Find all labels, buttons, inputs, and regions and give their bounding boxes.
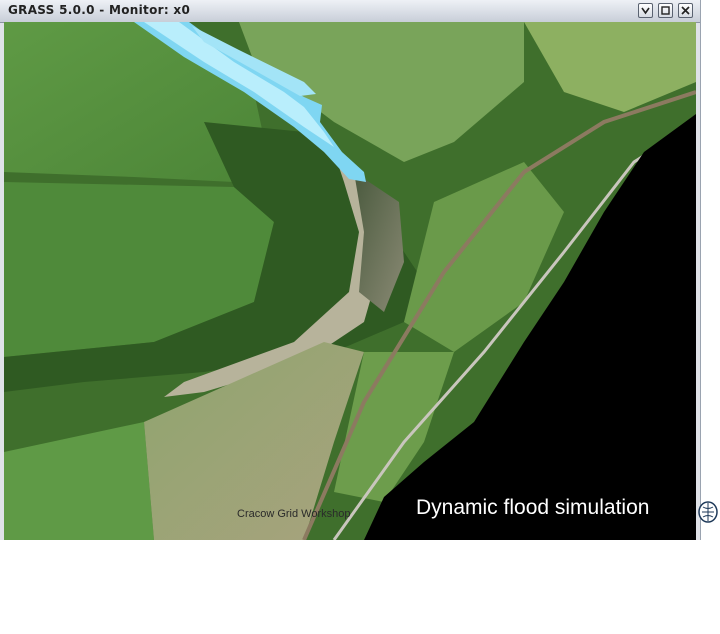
window-title: GRASS 5.0.0 - Monitor: x0 bbox=[8, 3, 191, 17]
footer-workshop-label: Cracow Grid Workshop bbox=[237, 508, 351, 520]
maximize-button[interactable] bbox=[658, 3, 673, 18]
caption-step: step 3 bbox=[416, 580, 474, 603]
window-titlebar[interactable]: GRASS 5.0.0 - Monitor: x0 bbox=[0, 0, 700, 23]
minimize-button[interactable] bbox=[638, 3, 653, 18]
caption-time: time 0:30 bbox=[553, 580, 640, 603]
simulation-caption: Dynamic flood simulation step 3 time 0:30 bbox=[416, 438, 649, 634]
workshop-logo-icon bbox=[698, 500, 718, 524]
caption-title: Dynamic flood simulation bbox=[416, 496, 650, 519]
caption-step-time: step 3 time 0:30 bbox=[416, 578, 649, 606]
close-button[interactable] bbox=[678, 3, 693, 18]
